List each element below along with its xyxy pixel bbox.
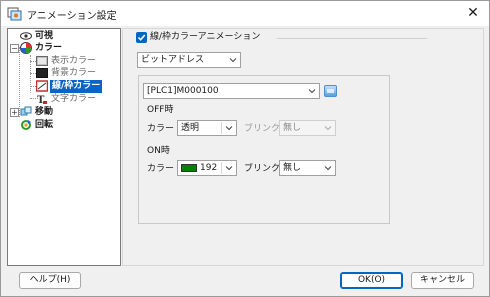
off-state-heading: OFF時 [147,105,174,115]
on-blink-label: ブリンク [244,164,281,174]
display-color-icon [36,56,48,66]
off-color-select[interactable]: 透明 [177,120,237,136]
tree-item-label: 文字カラー [51,94,97,104]
address-type-select[interactable]: ビットアドレス [137,52,241,68]
bit-address-value: [PLC1]M000100 [147,86,219,96]
combo-divider [221,122,222,134]
enable-animation-label[interactable]: 線/枠カラーアニメーション [150,31,260,43]
palette-icon [20,42,32,54]
cancel-button[interactable]: キャンセル [411,272,474,289]
eye-icon [20,32,32,40]
off-blink-value: 無し [283,123,302,133]
chevron-down-icon [324,126,332,131]
off-color-value: 透明 [181,123,200,133]
address-picker-button[interactable] [324,85,337,97]
collapse-toggle[interactable]: − [10,44,19,53]
category-tree[interactable]: 可視 − カラー 表示カラー 背景カラー 線/枠カラー T 文字カラー + 移動… [7,28,121,266]
chevron-down-icon [225,166,233,171]
on-color-label: カラー [147,164,175,174]
combo-divider [221,162,222,174]
text-color-icon: T [37,95,47,105]
on-blink-select[interactable]: 無し [279,160,336,176]
chevron-down-icon [308,89,316,94]
on-color-value: 192 [200,163,218,173]
tree-item-label: 回転 [35,120,54,130]
off-color-label: カラー [147,124,175,134]
close-button[interactable]: ✕ [461,3,485,23]
animation-settings-dialog: アニメーション設定 ✕ 可視 − カラー 表示カラー 背景カラー 線/枠カラー … [0,0,490,297]
expand-toggle[interactable]: + [10,108,19,117]
tree-item-label: カラー [35,43,63,53]
on-blink-value: 無し [283,163,302,173]
line-frame-color-icon [36,80,48,92]
on-state-heading: ON時 [147,146,170,156]
background-color-icon [36,68,48,78]
tree-item-text-color[interactable]: T 文字カラー [36,93,120,106]
tree-item-label: 背景カラー [51,68,97,78]
close-icon: ✕ [467,5,479,21]
group-separator [277,38,427,39]
address-type-value: ビットアドレス [141,55,205,65]
tree-item-color[interactable]: − カラー [10,42,120,55]
tree-item-label: 移動 [35,107,54,117]
enable-animation-checkbox[interactable] [136,32,147,43]
chevron-down-icon [324,166,332,171]
rotate-icon [21,120,31,130]
tree-item-line-frame-color[interactable]: 線/枠カラー [36,80,120,93]
off-blink-label: ブリンク [244,124,281,134]
chevron-down-icon [229,58,237,63]
window-title: アニメーション設定 [27,11,117,22]
on-color-select[interactable]: 192 [177,160,237,176]
color-swatch [181,164,197,172]
chevron-down-icon [225,126,233,131]
bit-address-input[interactable]: [PLC1]M000100 [143,83,320,99]
title-bar: アニメーション設定 ✕ [1,1,489,26]
help-button[interactable]: ヘルプ(H) [19,272,81,289]
app-icon [7,7,22,21]
ok-button[interactable]: OK(O) [340,272,403,289]
tree-item-label: 線/枠カラー [50,80,103,93]
checkmark-icon [137,34,146,41]
off-blink-select[interactable]: 無し [279,120,336,136]
address-picker-icon [327,89,334,93]
tree-item-rotate[interactable]: 回転 [18,119,118,132]
move-icon [20,106,32,116]
tree-item-move[interactable]: + 移動 [10,106,120,119]
tree-item-background-color[interactable]: 背景カラー [36,67,120,80]
